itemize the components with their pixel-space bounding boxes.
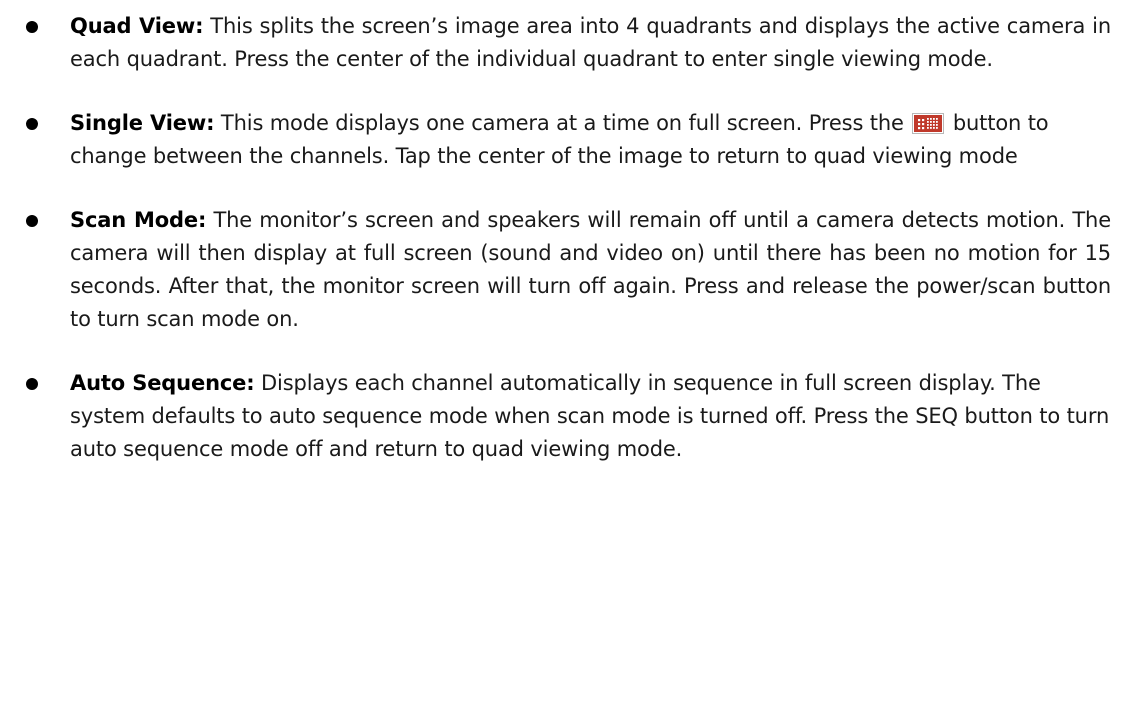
icon-dot [927, 121, 930, 123]
icon-dot [936, 118, 939, 120]
icon-dot [933, 118, 936, 120]
icon-dot [930, 127, 933, 129]
icon-dot [930, 124, 933, 126]
term-scan-mode: Scan Mode: [70, 208, 207, 232]
document-page: Quad View: This splits the screen’s imag… [0, 0, 1131, 701]
description-single-view-part1: This mode displays one camera at a time … [214, 111, 911, 135]
description-scan-mode: The monitor’s screen and speakers will r… [70, 208, 1111, 331]
icon-dot [936, 124, 939, 126]
icon-dot [930, 118, 933, 120]
channel-grid-icon-graphic [914, 115, 943, 132]
list-item-scan-mode: Scan Mode: The monitor’s screen and spea… [21, 204, 1111, 336]
viewing-modes-list: Quad View: This splits the screen’s imag… [21, 10, 1111, 466]
term-single-view: Single View: [70, 111, 215, 135]
bullet-icon [26, 215, 38, 227]
icon-dot [922, 119, 925, 122]
icon-dot [918, 127, 921, 130]
list-item-single-view: Single View: This mode displays one came… [21, 107, 1111, 173]
icon-dot [918, 119, 921, 122]
channel-grid-icon [912, 113, 945, 134]
icon-dot [933, 127, 936, 129]
icon-dot [936, 127, 939, 129]
icon-dot [927, 124, 930, 126]
bullet-icon [26, 118, 38, 130]
icon-dot [933, 124, 936, 126]
icon-dot [918, 123, 921, 126]
description-quad-view: This splits the screen’s image area into… [70, 14, 1111, 71]
icon-dot [933, 121, 936, 123]
icon-dot [922, 127, 925, 130]
icon-dot [936, 121, 939, 123]
icon-dot [922, 123, 925, 126]
term-quad-view: Quad View: [70, 14, 204, 38]
icon-dot [927, 127, 930, 129]
list-item-auto-sequence: Auto Sequence: Displays each channel aut… [21, 367, 1111, 466]
term-auto-sequence: Auto Sequence: [70, 371, 255, 395]
icon-dot [930, 121, 933, 123]
icon-dot [927, 118, 930, 120]
list-item-quad-view: Quad View: This splits the screen’s imag… [21, 10, 1111, 76]
bullet-icon [26, 21, 38, 33]
bullet-icon [26, 378, 38, 390]
